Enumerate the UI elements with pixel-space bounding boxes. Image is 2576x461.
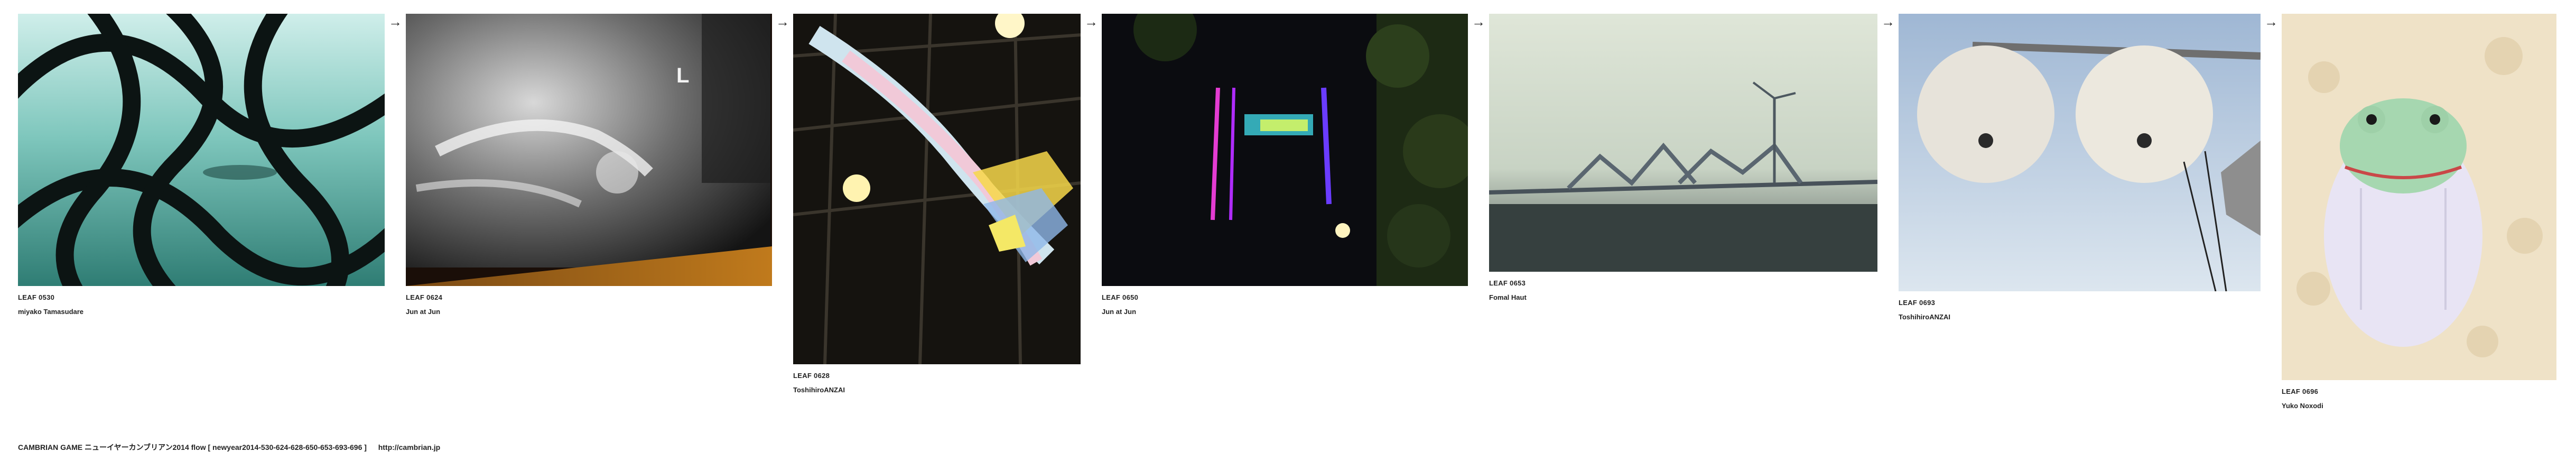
leaf-card-0653: LEAF 0653 Fomal Haut	[1489, 14, 1877, 301]
leaf-photo-0530[interactable]	[18, 14, 385, 286]
leaf-photo-0650[interactable]	[1102, 14, 1468, 286]
leaf-card-0650: LEAF 0650 Jun at Jun	[1102, 14, 1468, 316]
leaf-photo-0628[interactable]	[793, 14, 1081, 364]
leaf-photo-0693[interactable]	[1899, 14, 2261, 291]
footer-title: CAMBRIAN GAME ニューイヤーカンブリアン2014 flow [ ne…	[18, 443, 367, 451]
leaf-card-0693: LEAF 0693 ToshihiroANZAI	[1899, 14, 2261, 321]
leaf-photo-0696[interactable]	[2282, 14, 2556, 380]
footer-link[interactable]: http://cambrian.jp	[378, 443, 440, 451]
footer: CAMBRIAN GAME ニューイヤーカンブリアン2014 flow [ ne…	[18, 442, 440, 453]
leaf-author: Fomal Haut	[1489, 293, 1527, 301]
leaf-id: LEAF 0628	[793, 372, 830, 380]
leaf-id: LEAF 0530	[18, 293, 55, 301]
leaf-card-0624: L LEAF 0624 Jun at Jun	[406, 14, 772, 316]
leaf-card-0530: LEAF 0530 miyako Tamasudare	[18, 14, 385, 316]
leaf-author: Yuko Noxodi	[2282, 402, 2323, 410]
leaf-flow: LEAF 0530 miyako Tamasudare → L LEAF 062…	[18, 14, 2556, 410]
leaf-author: ToshihiroANZAI	[1899, 313, 1950, 321]
leaf-photo-0624[interactable]: L	[406, 14, 772, 286]
leaf-id: LEAF 0624	[406, 293, 443, 301]
flow-arrow-icon: →	[776, 14, 789, 30]
leaf-author: miyako Tamasudare	[18, 308, 84, 316]
flow-arrow-icon: →	[1472, 14, 1485, 30]
flow-arrow-icon: →	[1881, 14, 1895, 30]
leaf-card-0628: LEAF 0628 ToshihiroANZAI	[793, 14, 1081, 394]
leaf-id: LEAF 0650	[1102, 293, 1139, 301]
flow-arrow-icon: →	[1084, 14, 1098, 30]
leaf-author: Jun at Jun	[1102, 308, 1137, 316]
leaf-id: LEAF 0693	[1899, 299, 1936, 307]
leaf-author: Jun at Jun	[406, 308, 441, 316]
leaf-card-0696: LEAF 0696 Yuko Noxodi	[2282, 14, 2556, 410]
leaf-id: LEAF 0696	[2282, 388, 2319, 395]
leaf-id: LEAF 0653	[1489, 279, 1526, 287]
leaf-photo-0653[interactable]	[1489, 14, 1877, 272]
flow-arrow-icon: →	[388, 14, 402, 30]
leaf-author: ToshihiroANZAI	[793, 386, 845, 394]
flow-arrow-icon: →	[2264, 14, 2278, 30]
svg-text:L: L	[676, 64, 689, 87]
